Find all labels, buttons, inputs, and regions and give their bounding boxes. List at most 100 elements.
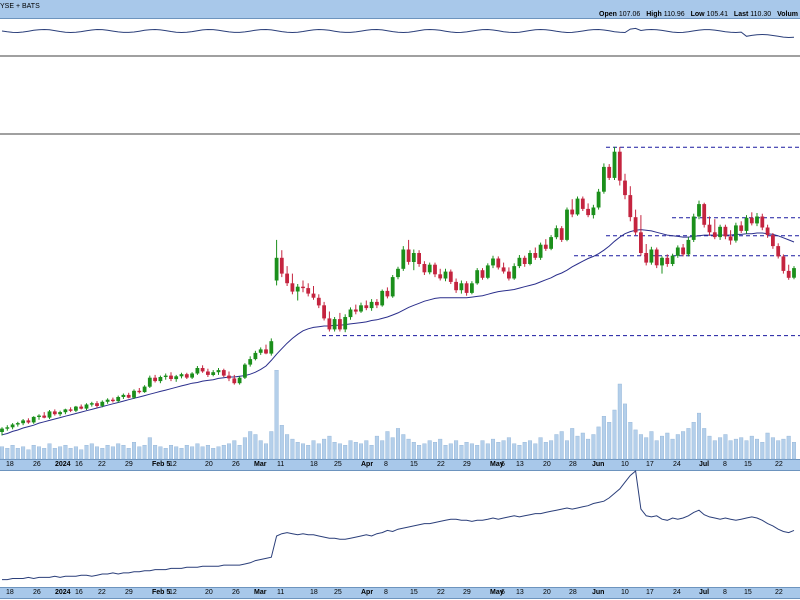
volume-bar xyxy=(596,426,601,460)
candle-body xyxy=(433,264,437,275)
volume-bar xyxy=(332,442,337,460)
volume-bar xyxy=(295,442,300,460)
volume-bar xyxy=(380,440,385,460)
volume-bar xyxy=(644,437,649,460)
volume-bar xyxy=(633,429,638,460)
candle-body xyxy=(470,283,474,293)
candle-body xyxy=(765,227,770,236)
candle-body xyxy=(375,301,379,306)
candle-body xyxy=(269,341,274,354)
candle-body xyxy=(68,409,73,411)
volume-bar xyxy=(168,445,173,460)
candle-body xyxy=(712,232,717,238)
candle-body xyxy=(31,416,36,423)
candle-body xyxy=(248,359,253,365)
volume-bar xyxy=(26,449,31,460)
volume-bar xyxy=(744,440,749,460)
candle-body xyxy=(126,394,131,398)
candle-body xyxy=(739,225,744,231)
candle-body xyxy=(665,257,670,264)
volume-bar xyxy=(649,431,654,460)
candle-body xyxy=(52,411,57,415)
candle-body xyxy=(74,406,78,411)
candle-body xyxy=(211,372,216,375)
volume-bar xyxy=(712,440,717,460)
candle-body xyxy=(749,217,754,224)
candle-body xyxy=(660,257,664,266)
candle-body xyxy=(147,377,152,387)
volume-bar xyxy=(52,448,57,460)
volume-bar xyxy=(237,445,242,460)
candle-body xyxy=(295,286,300,292)
volume-bar xyxy=(232,440,237,460)
candle-body xyxy=(734,225,738,241)
volume-bar xyxy=(506,437,511,460)
candle-body xyxy=(755,216,759,224)
candle-body xyxy=(153,377,157,382)
volume-bar xyxy=(469,443,474,460)
candle-body xyxy=(702,204,707,225)
volume-bar xyxy=(448,443,453,460)
volume-bar xyxy=(406,438,411,460)
volume-bar xyxy=(781,438,786,460)
volume-bar xyxy=(153,445,158,460)
volume-bar xyxy=(654,440,659,460)
volume-bar xyxy=(670,438,675,460)
volume-bar xyxy=(279,425,284,460)
candle-body xyxy=(528,253,532,264)
mini-indicator-line xyxy=(1,27,795,39)
candle-body xyxy=(47,411,52,418)
candle-body xyxy=(533,253,538,258)
candle-body xyxy=(348,309,353,318)
candle-body xyxy=(5,427,10,429)
candle-body xyxy=(575,198,580,215)
volume-bar xyxy=(353,442,358,460)
candle-body xyxy=(459,283,464,291)
volume-bar xyxy=(401,434,406,460)
volume-bar xyxy=(68,448,73,460)
candle-body xyxy=(311,293,316,298)
candle-body xyxy=(422,264,427,273)
volume-bar xyxy=(718,437,723,460)
candle-body xyxy=(301,286,305,289)
candle-body xyxy=(89,403,94,405)
candle-body xyxy=(285,273,289,284)
candle-body xyxy=(343,317,348,330)
volume-bar xyxy=(464,442,469,460)
candle-body xyxy=(105,399,110,402)
candle-body xyxy=(591,207,596,216)
volume-bar xyxy=(179,448,184,460)
volume-bar xyxy=(301,443,306,460)
volume-bar xyxy=(205,445,210,460)
candle-body xyxy=(232,378,237,384)
volume-bar xyxy=(702,428,707,460)
candle-body xyxy=(243,364,247,378)
volume-bar xyxy=(37,446,42,460)
candle-body xyxy=(707,224,712,233)
candle-body xyxy=(253,352,258,360)
candle-body xyxy=(691,216,696,240)
volume-bar xyxy=(533,443,538,460)
candle-body xyxy=(443,271,448,279)
volume-bar xyxy=(195,443,200,460)
candle-body xyxy=(206,371,210,375)
candle-body xyxy=(42,415,47,418)
candle-body xyxy=(369,301,374,309)
volume-bar xyxy=(174,446,179,460)
volume-bar xyxy=(601,416,606,460)
candle-body xyxy=(786,270,791,278)
volume-bar xyxy=(728,440,733,460)
candle-body xyxy=(654,249,659,266)
candle-body xyxy=(169,375,173,379)
candle-body xyxy=(480,270,485,278)
candle-body xyxy=(517,257,522,267)
candle-body xyxy=(543,244,548,249)
candle-body xyxy=(559,228,564,240)
candle-body xyxy=(670,255,675,264)
volume-bar xyxy=(707,435,712,460)
volume-bar xyxy=(116,443,121,460)
candle-body xyxy=(137,390,142,393)
candle-body xyxy=(454,281,458,291)
volume-bar xyxy=(242,437,247,460)
candle-body xyxy=(628,195,633,218)
